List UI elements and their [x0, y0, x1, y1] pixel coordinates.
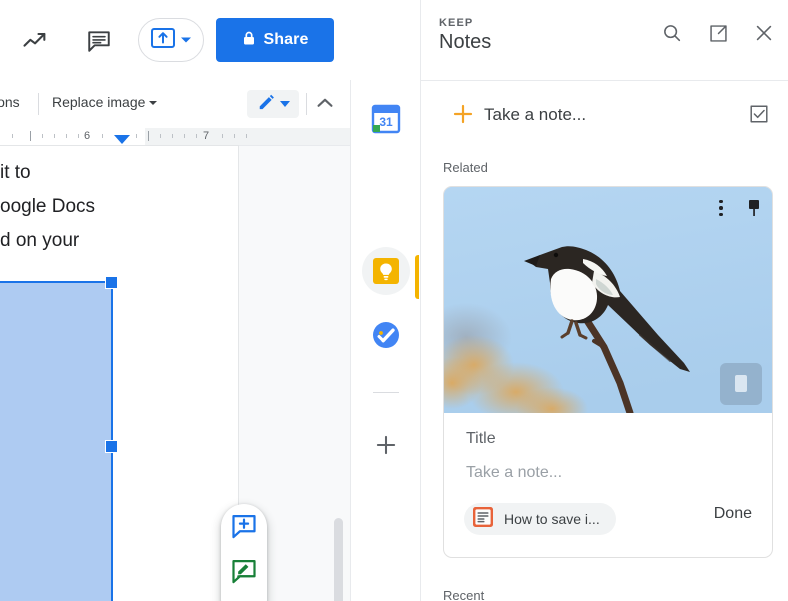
keep-panel: KEEP Notes Take a note... Related Title … — [420, 0, 788, 601]
document-text: it to oogle Docs d on your — [0, 156, 230, 258]
note-source-label: How to save i... — [504, 511, 600, 527]
sidebar-item-tasks[interactable] — [370, 319, 402, 351]
section-label-related: Related — [443, 160, 488, 175]
share-button[interactable]: Share — [216, 18, 334, 62]
comment-icon[interactable] — [78, 20, 120, 62]
take-note-placeholder: Take a note... — [484, 105, 587, 124]
svg-text:31: 31 — [379, 115, 393, 129]
lock-icon — [242, 30, 256, 51]
doc-line: d on your — [0, 230, 80, 251]
edit-pencil-button[interactable] — [247, 90, 299, 118]
note-card[interactable]: Title Take a note... How to save i... Do… — [443, 186, 773, 558]
present-button[interactable] — [138, 18, 204, 62]
app-root: Share ons Replace image 6 7 it to oogle … — [0, 0, 788, 601]
close-icon[interactable] — [751, 20, 777, 46]
selected-image[interactable] — [0, 276, 118, 601]
note-done-button[interactable]: Done — [714, 505, 752, 523]
sidebar-divider — [373, 392, 399, 393]
keep-header-actions — [659, 20, 777, 46]
note-card-tools — [712, 197, 764, 219]
docs-top-toolbar: Share — [0, 0, 350, 80]
floating-actions-pill — [221, 504, 267, 601]
note-title-field[interactable]: Title — [466, 430, 496, 448]
keep-header: KEEP Notes — [421, 0, 788, 80]
caret-down-icon — [149, 101, 158, 105]
share-label: Share — [263, 31, 309, 48]
keep-eyebrow: KEEP — [439, 17, 474, 29]
page-title: Notes — [439, 31, 492, 53]
suggest-edit-icon[interactable] — [230, 557, 258, 590]
addon-selected-indicator — [415, 255, 419, 299]
more-vert-icon[interactable] — [712, 197, 730, 219]
docs-area: Share ons Replace image 6 7 it to oogle … — [0, 0, 350, 601]
toolbar-divider-2 — [306, 93, 307, 115]
sidebar-item-calendar[interactable]: 31 — [370, 103, 402, 135]
resize-handle-top-right[interactable] — [105, 276, 118, 289]
document-page[interactable]: it to oogle Docs d on your — [0, 146, 238, 601]
replace-image-button[interactable]: Replace image — [52, 94, 158, 110]
doc-link-icon — [472, 506, 494, 533]
doc-line: oogle Docs — [0, 196, 96, 217]
collapse-toolbar-button[interactable] — [314, 92, 340, 116]
indent-marker[interactable] — [114, 135, 130, 144]
pencil-dropdown-caret[interactable] — [280, 101, 290, 107]
doc-line: it to — [0, 162, 31, 183]
note-source-chip[interactable]: How to save i... — [464, 503, 616, 535]
checkbox-icon[interactable] — [748, 103, 770, 125]
section-label-recent: Recent — [443, 588, 485, 601]
note-image — [444, 187, 772, 413]
sidebar-item-keep[interactable] — [370, 255, 402, 287]
plus-icon[interactable] — [451, 102, 475, 126]
ruler-mark-7: 7 — [203, 130, 210, 142]
document-canvas: it to oogle Docs d on your — [0, 146, 350, 601]
ruler-mark-6: 6 — [84, 130, 91, 142]
resize-handle-middle-right[interactable] — [105, 440, 118, 453]
take-note-row[interactable]: Take a note... — [421, 81, 788, 147]
image-badge-icon — [720, 363, 762, 405]
note-body-field[interactable]: Take a note... — [466, 464, 562, 482]
replace-image-label: Replace image — [52, 94, 146, 110]
edit-pencil-icon — [256, 92, 276, 117]
document-scrollbar[interactable] — [334, 518, 343, 601]
present-upload-icon — [150, 27, 175, 53]
addon-side-strip: 31 — [350, 80, 421, 601]
ruler[interactable]: 6 7 — [0, 128, 350, 146]
toolbar-divider — [38, 93, 39, 115]
trending-up-icon[interactable] — [14, 20, 56, 62]
search-icon[interactable] — [659, 20, 685, 46]
image-options-label[interactable]: ions — [0, 94, 20, 110]
add-addon-button[interactable] — [373, 432, 399, 458]
ruler-margin-zone — [145, 128, 350, 145]
present-dropdown-caret[interactable] — [180, 31, 192, 49]
pin-icon[interactable] — [744, 197, 764, 219]
add-comment-icon[interactable] — [230, 512, 258, 545]
open-in-new-icon[interactable] — [705, 20, 731, 46]
